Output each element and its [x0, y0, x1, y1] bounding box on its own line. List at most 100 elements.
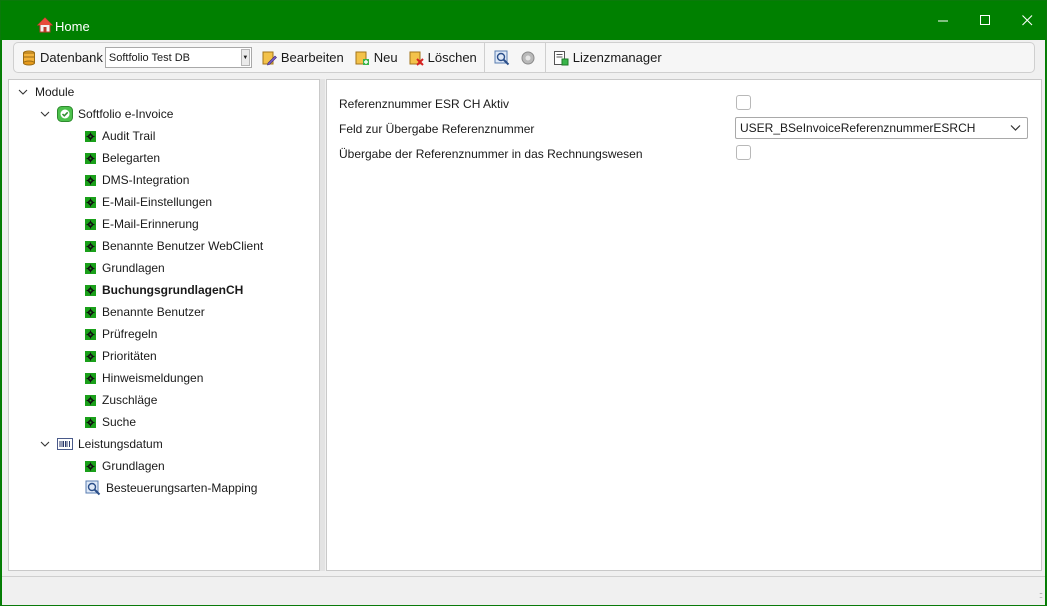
tree-item-label: Grundlagen: [102, 261, 165, 275]
gear-icon: [521, 51, 535, 64]
tree-item[interactable]: Zuschläge: [85, 389, 157, 411]
database-label: Datenbank: [40, 50, 103, 65]
close-button[interactable]: [1004, 1, 1047, 40]
tree-item-label: Grundlagen: [102, 459, 165, 473]
tree-group-label: Leistungsdatum: [78, 437, 163, 451]
tree-group-einvoice[interactable]: Softfolio e-Invoice: [39, 103, 173, 125]
tree-root-label: Module: [35, 85, 75, 99]
settings-node-icon: [85, 240, 96, 252]
tree-item[interactable]: Benannte Benutzer: [85, 301, 205, 323]
prop-label-esr-active: Referenznummer ESR CH Aktiv: [339, 97, 510, 111]
main-toolbar: Datenbank Softfolio Test DB ▼ Bearbeiten: [13, 42, 1035, 73]
reference-field-value: USER_BSeInvoiceReferenznummerESRCH: [740, 121, 976, 135]
tree-item-label: Audit Trail: [102, 129, 156, 143]
tree-item[interactable]: E-Mail-Einstellungen: [85, 191, 212, 213]
tree-item[interactable]: Prüfregeln: [85, 323, 157, 345]
edit-button-label: Bearbeiten: [280, 50, 344, 65]
chevron-down-icon[interactable]: [39, 108, 51, 120]
license-manager-label: Lizenzmanager: [572, 50, 662, 65]
tree-item-label: Belegarten: [102, 151, 161, 165]
settings-node-icon: [85, 416, 96, 428]
esr-active-checkbox[interactable]: [736, 95, 751, 110]
tree-item-label: E-Mail-Erinnerung: [102, 217, 199, 231]
minimize-button[interactable]: [920, 1, 966, 40]
settings-node-icon: [85, 372, 96, 384]
new-button-label: Neu: [373, 50, 398, 65]
einvoice-module-icon: [57, 106, 73, 122]
settings-node-icon: [85, 394, 96, 406]
tree-root-module[interactable]: Module: [17, 81, 74, 103]
chevron-down-icon[interactable]: [39, 438, 51, 450]
settings-node-icon: [85, 262, 96, 274]
tree-item[interactable]: Prioritäten: [85, 345, 157, 367]
toolbar-separator: [544, 42, 546, 73]
tree-item[interactable]: Hinweismeldungen: [85, 367, 203, 389]
tree-item-label: DMS-Integration: [102, 173, 190, 187]
settings-node-icon: [85, 306, 96, 318]
settings-node-icon: [85, 328, 96, 340]
home-icon: [36, 17, 54, 33]
edit-button[interactable]: Bearbeiten: [258, 46, 347, 70]
panel-splitter[interactable]: [320, 79, 325, 571]
tree-item-label: Besteuerungsarten-Mapping: [106, 481, 258, 495]
module-tree[interactable]: Module Softfolio e-Invoice Audit Trail Be…: [8, 79, 320, 571]
tree-item[interactable]: Besteuerungsarten-Mapping: [85, 477, 257, 499]
delete-button[interactable]: Löschen: [405, 46, 480, 70]
tree-group-leistungsdatum[interactable]: Leistungsdatum: [39, 433, 163, 455]
tree-item-label: Zuschläge: [102, 393, 158, 407]
tree-item-label: Benannte Benutzer: [102, 305, 205, 319]
magnifier-icon: [494, 50, 510, 65]
license-manager-button[interactable]: Lizenzmanager: [550, 46, 665, 70]
search-tool-button[interactable]: [489, 46, 515, 70]
prop-label-reference-field: Feld zur Übergabe Referenznummer: [339, 122, 535, 136]
license-icon: [553, 50, 569, 65]
settings-node-icon: [85, 350, 96, 362]
resize-grip-icon[interactable]: ::: [1039, 590, 1043, 600]
tree-item[interactable]: Belegarten: [85, 147, 160, 169]
database-select[interactable]: Softfolio Test DB ▼: [104, 47, 252, 68]
tree-item[interactable]: Grundlagen: [85, 455, 165, 477]
new-icon: [355, 51, 369, 65]
window-title: Home: [55, 19, 90, 34]
settings-node-icon: [85, 284, 96, 296]
new-button[interactable]: Neu: [351, 46, 401, 70]
maximize-button[interactable]: [962, 1, 1008, 40]
refresh-tool-button[interactable]: [515, 46, 541, 70]
chevron-down-icon[interactable]: [1010, 122, 1021, 136]
tree-item[interactable]: BuchungsgrundlagenCH: [85, 279, 243, 301]
chevron-down-icon[interactable]: [17, 86, 29, 98]
settings-node-icon: [85, 174, 96, 186]
settings-node-icon: [85, 218, 96, 230]
title-bar[interactable]: Home: [1, 1, 1046, 40]
database-icon: [22, 50, 36, 66]
settings-node-icon: [85, 196, 96, 208]
transfer-checkbox[interactable]: [736, 145, 751, 160]
tree-item[interactable]: E-Mail-Erinnerung: [85, 213, 199, 235]
barcode-icon: [57, 438, 73, 450]
prop-label-transfer: Übergabe der Referenznummer in das Rechn…: [339, 147, 643, 161]
tree-item[interactable]: DMS-Integration: [85, 169, 189, 191]
tree-item-label: Prüfregeln: [102, 327, 158, 341]
tree-item-label: Prioritäten: [102, 349, 157, 363]
settings-node-icon: [85, 152, 96, 164]
reference-field-select[interactable]: USER_BSeInvoiceReferenznummerESRCH: [735, 117, 1028, 139]
tree-item-label: Hinweismeldungen: [102, 371, 204, 385]
tree-item[interactable]: Grundlagen: [85, 257, 165, 279]
database-select-value: Softfolio Test DB: [108, 51, 191, 64]
delete-button-label: Löschen: [427, 50, 477, 65]
tree-group-label: Softfolio e-Invoice: [78, 107, 174, 121]
tree-item-label: Suche: [102, 415, 137, 429]
client-area: Datenbank Softfolio Test DB ▼ Bearbeiten: [2, 40, 1045, 605]
tree-item[interactable]: Benannte Benutzer WebClient: [85, 235, 263, 257]
chevron-down-icon[interactable]: ▼: [240, 49, 250, 66]
status-bar: ::: [2, 576, 1045, 604]
edit-icon: [262, 51, 277, 65]
tree-item[interactable]: Suche: [85, 411, 136, 433]
tree-item[interactable]: Audit Trail: [85, 125, 155, 147]
mapping-icon: [85, 480, 101, 496]
app-window: Home Datenbank Softfolio Test DB ▼ Bearb…: [0, 0, 1047, 606]
tree-item-label: Benannte Benutzer WebClient: [102, 239, 264, 253]
delete-icon: [409, 51, 424, 66]
tree-item-label: E-Mail-Einstellungen: [102, 195, 213, 209]
settings-node-icon: [85, 460, 96, 472]
